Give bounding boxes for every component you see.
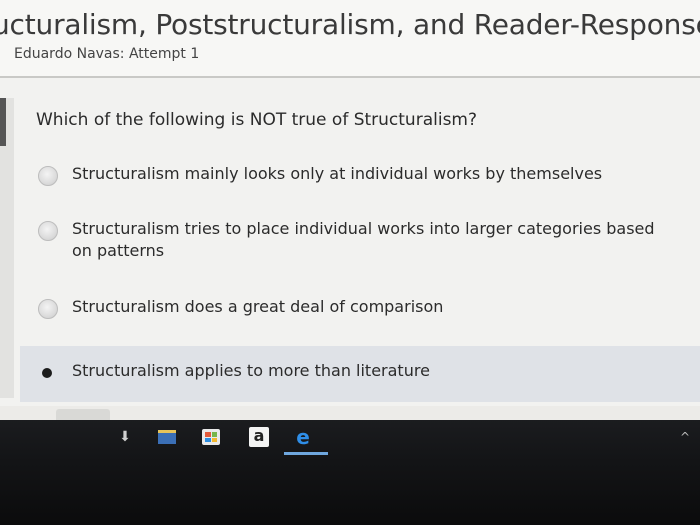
attempt-subtitle: Eduardo Navas: Attempt 1 [14,46,200,62]
question-panel: Which of the following is NOT true of St… [0,78,700,406]
file-explorer-icon[interactable] [156,426,178,448]
edge-icon[interactable]: e [292,426,314,448]
next-button-edge[interactable] [56,409,110,420]
store-icon[interactable] [200,426,222,448]
amazon-icon[interactable]: a [248,426,270,448]
radio-button-option-1[interactable] [38,166,58,186]
radio-button-option-2[interactable] [38,221,58,241]
windows-taskbar: ⬇ a e ^ [0,420,700,525]
answer-label-3[interactable]: Structuralism does a great deal of compa… [72,296,672,318]
radio-button-option-4-selected[interactable] [42,368,52,378]
system-tray-caret-icon[interactable]: ^ [680,430,690,444]
quiz-title: ucturalism, Poststructuralism, and Reade… [0,8,700,41]
question-text: Which of the following is NOT true of St… [36,110,478,130]
question-marker [0,98,6,146]
answer-option-1[interactable]: Structuralism mainly looks only at indiv… [20,163,700,193]
answer-label-1[interactable]: Structuralism mainly looks only at indiv… [72,163,672,185]
answer-option-2[interactable]: Structuralism tries to place individual … [20,218,700,268]
amazon-glyph: a [249,427,269,447]
download-icon[interactable]: ⬇ [114,426,136,448]
answer-option-3[interactable]: Structuralism does a great deal of compa… [20,296,700,326]
answer-option-4-selected[interactable]: Structuralism applies to more than liter… [20,346,700,402]
left-rail [0,98,14,398]
screen: ucturalism, Poststructuralism, and Reade… [0,0,700,525]
page-bottom-strip [0,406,700,420]
edge-glyph: e [296,425,310,449]
answer-label-2[interactable]: Structuralism tries to place individual … [72,218,672,262]
answer-label-4[interactable]: Structuralism applies to more than liter… [72,360,672,382]
active-app-indicator [284,452,328,455]
radio-button-option-3[interactable] [38,299,58,319]
quiz-header: ucturalism, Poststructuralism, and Reade… [0,0,700,78]
